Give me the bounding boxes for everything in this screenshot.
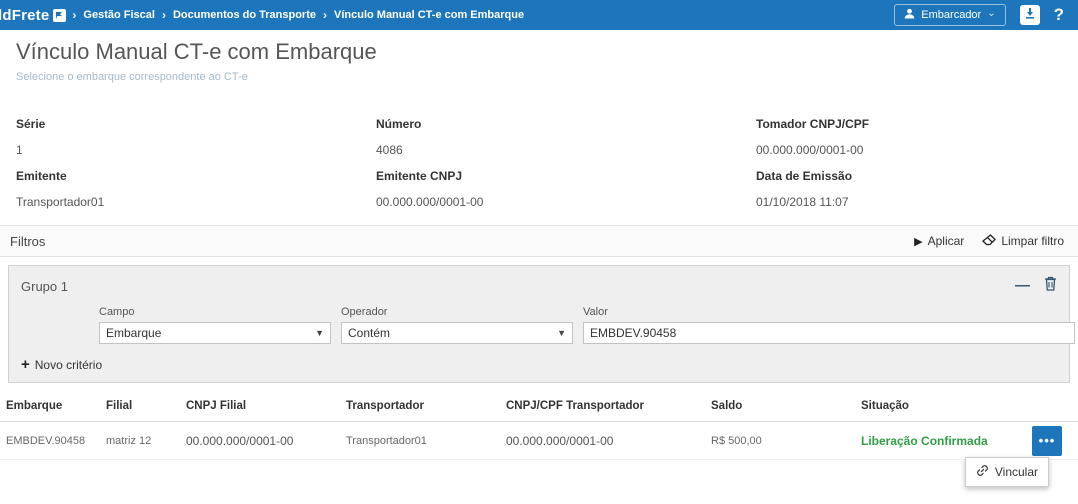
cell-embarque: EMBDEV.90458 (0, 435, 100, 447)
help-button[interactable]: ? (1054, 5, 1068, 25)
info-field-emitente-cnpj: Emitente CNPJ 00.000.000/0001-00 (376, 169, 756, 209)
app-logo-text: ldFrete (0, 7, 49, 24)
filter-criteria-row: Campo Embarque ▼ Operador Contém ▼ Valor (99, 306, 1057, 344)
operador-select-value: Contém (348, 326, 390, 340)
breadcrumb-separator-icon: › (162, 8, 166, 22)
field-value: 4086 (376, 143, 756, 157)
operador-label: Operador (341, 306, 573, 318)
operador-field: Operador Contém ▼ (341, 306, 573, 344)
info-field-emitente: Emitente Transportador01 (16, 169, 376, 209)
topbar-actions: Embarcador ⌄ ? (894, 4, 1068, 26)
plus-icon: + (21, 359, 30, 371)
delete-group-button[interactable] (1044, 276, 1057, 296)
breadcrumb-separator-icon: › (72, 8, 76, 22)
breadcrumb-item-vinculo-manual[interactable]: Vínculo Manual CT-e com Embarque (334, 9, 524, 21)
cell-saldo: R$ 500,00 (705, 435, 855, 447)
info-field-serie: Série 1 (16, 117, 376, 157)
minus-icon: — (1015, 277, 1030, 294)
campo-select-value: Embarque (106, 326, 161, 340)
flag-icon (53, 9, 66, 22)
campo-label: Campo (99, 306, 331, 318)
vincular-label: Vincular (995, 465, 1038, 479)
breadcrumb-item-gestao-fiscal[interactable]: Gestão Fiscal (83, 9, 155, 21)
field-value: 01/10/2018 11:07 (756, 195, 1062, 209)
breadcrumb: › Gestão Fiscal › Documentos do Transpor… (72, 8, 524, 22)
clear-filter-label: Limpar filtro (1001, 234, 1064, 248)
filter-group-panel: Grupo 1 — Campo Embarque ▼ Operador Cont… (8, 265, 1070, 383)
topbar: ldFrete › Gestão Fiscal › Documentos do … (0, 0, 1078, 30)
filters-actions: ▶ Aplicar Limpar filtro (914, 234, 1064, 249)
page-header: Vínculo Manual CT-e com Embarque Selecio… (0, 30, 1078, 87)
page-subtitle: Selecione o embarque correspondente ao C… (16, 71, 1062, 83)
field-label: Emitente (16, 169, 376, 183)
col-transportador: Transportador (340, 391, 500, 421)
user-icon (904, 8, 915, 22)
link-icon (976, 464, 989, 480)
filter-group-title: Grupo 1 (21, 279, 68, 294)
valor-label: Valor (583, 306, 1075, 318)
cell-cnpj-filial: 00.000.000/0001-00 (180, 434, 340, 448)
apply-filter-button[interactable]: ▶ Aplicar (914, 234, 964, 248)
download-icon (1024, 6, 1036, 24)
collapse-group-button[interactable]: — (1015, 281, 1030, 291)
info-field-data-emissao: Data de Emissão 01/10/2018 11:07 (756, 169, 1062, 209)
trash-icon (1044, 278, 1057, 295)
filter-group-actions: — (1015, 276, 1057, 296)
col-cnpj-filial: CNPJ Filial (180, 391, 340, 421)
add-criteria-button[interactable]: + Novo critério (21, 358, 102, 372)
field-value: 00.000.000/0001-00 (376, 195, 756, 209)
filters-title: Filtros (10, 234, 45, 249)
field-value: 1 (16, 143, 376, 157)
table-row[interactable]: EMBDEV.90458 matriz 12 00.000.000/0001-0… (0, 422, 1078, 460)
field-value: 00.000.000/0001-00 (756, 143, 1062, 157)
app-logo[interactable]: ldFrete (0, 7, 66, 24)
select-arrow-icon: ▼ (315, 328, 324, 338)
user-menu-label: Embarcador (921, 9, 981, 21)
col-situacao: Situação (855, 391, 1078, 421)
breadcrumb-item-documentos-transporte[interactable]: Documentos do Transporte (173, 9, 316, 21)
download-button[interactable] (1020, 5, 1040, 25)
ellipsis-icon: ••• (1039, 433, 1056, 448)
breadcrumb-separator-icon: › (323, 8, 327, 22)
add-criteria-label: Novo critério (35, 358, 102, 372)
field-label: Data de Emissão (756, 169, 1062, 183)
field-label: Número (376, 117, 756, 131)
cell-filial: matriz 12 (100, 435, 180, 447)
play-icon: ▶ (914, 235, 922, 248)
table-header: Embarque Filial CNPJ Filial Transportado… (0, 391, 1078, 422)
campo-field: Campo Embarque ▼ (99, 306, 331, 344)
info-field-tomador: Tomador CNPJ/CPF 00.000.000/0001-00 (756, 117, 1062, 157)
col-embarque: Embarque (0, 391, 100, 421)
select-arrow-icon: ▼ (557, 328, 566, 338)
field-value: Transportador01 (16, 195, 376, 209)
cell-transportador: Transportador01 (340, 435, 500, 447)
eraser-icon (982, 234, 996, 249)
apply-filter-label: Aplicar (928, 234, 965, 248)
campo-select[interactable]: Embarque ▼ (99, 322, 331, 344)
operador-select[interactable]: Contém ▼ (341, 322, 573, 344)
clear-filter-button[interactable]: Limpar filtro (982, 234, 1064, 249)
filters-bar: Filtros ▶ Aplicar Limpar filtro (0, 225, 1078, 257)
results-table: Embarque Filial CNPJ Filial Transportado… (0, 391, 1078, 460)
row-menu-button[interactable]: ••• (1032, 426, 1062, 456)
field-label: Tomador CNPJ/CPF (756, 117, 1062, 131)
vincular-menu-item[interactable]: Vincular (965, 457, 1049, 487)
chevron-down-icon: ⌄ (987, 8, 995, 19)
filter-group-header: Grupo 1 — (21, 276, 1057, 296)
col-filial: Filial (100, 391, 180, 421)
info-field-numero: Número 4086 (376, 117, 756, 157)
valor-input[interactable] (583, 322, 1075, 344)
user-menu-button[interactable]: Embarcador ⌄ (894, 4, 1005, 26)
cte-info-section: Série 1 Número 4086 Tomador CNPJ/CPF 00.… (0, 87, 1078, 225)
valor-field: Valor (583, 306, 1075, 344)
col-saldo: Saldo (705, 391, 855, 421)
field-label: Emitente CNPJ (376, 169, 756, 183)
cell-cnpj-transportador: 00.000.000/0001-00 (500, 434, 705, 448)
field-label: Série (16, 117, 376, 131)
help-icon: ? (1054, 5, 1064, 24)
col-cnpj-transportador: CNPJ/CPF Transportador (500, 391, 705, 421)
page-title: Vínculo Manual CT-e com Embarque (16, 39, 1062, 65)
